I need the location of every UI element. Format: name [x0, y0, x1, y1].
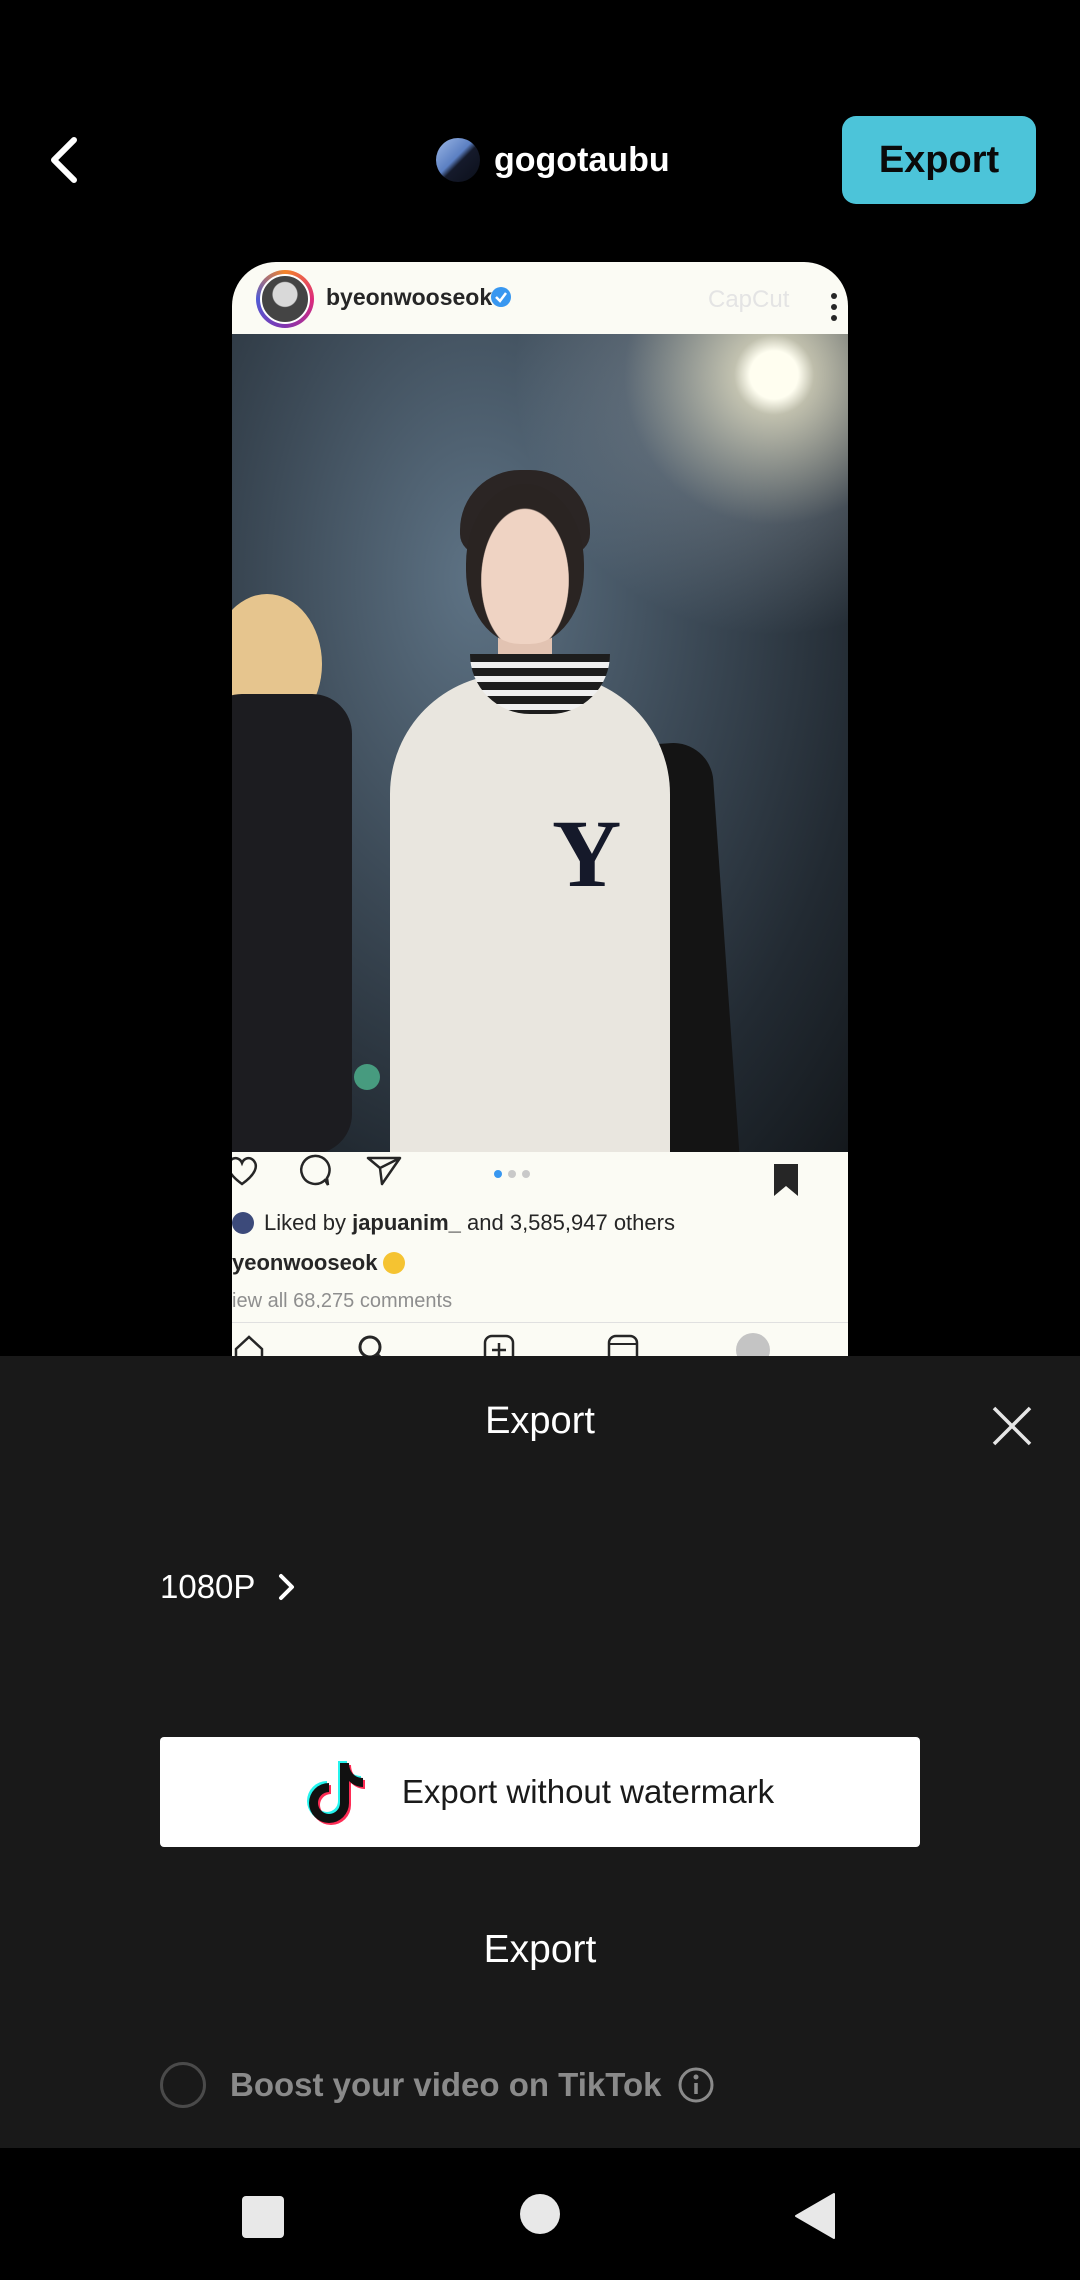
recents-icon[interactable] [242, 2196, 284, 2238]
ig-username: byeonwooseok [326, 284, 493, 310]
smile-emoji-icon [383, 1252, 406, 1274]
tiktok-logo-icon [306, 1761, 365, 1825]
chevron-right-icon [279, 1574, 295, 1600]
share-icon [366, 1156, 402, 1186]
comment-icon [300, 1154, 331, 1186]
sheet-title: Export [485, 1400, 595, 1442]
system-nav-bar [0, 2148, 1080, 2280]
ig-avatar [256, 270, 314, 328]
export-without-watermark-button[interactable]: Export without watermark [160, 1737, 920, 1847]
carousel-dots [494, 1170, 530, 1178]
boost-radio[interactable] [160, 2062, 206, 2108]
export-without-watermark-label: Export without watermark [401, 1773, 775, 1810]
home-nav-icon[interactable] [520, 2194, 560, 2234]
boost-label: Boost your video on TikTok [230, 2066, 662, 2103]
post-photo: Y [232, 334, 848, 1152]
capcut-watermark: CapCut [708, 286, 790, 313]
top-bar: gogotaubu Export [0, 0, 1080, 250]
ig-post-header: byeonwooseok CapCut [232, 262, 848, 342]
more-options-icon [831, 293, 837, 321]
ig-likes-line: Liked by japuanim_ and 3,585,947 others [232, 1210, 675, 1236]
info-icon[interactable] [677, 2066, 715, 2104]
resolution-value: 1080P [160, 1568, 256, 1605]
ig-comments-link: iew all 68,275 comments [232, 1290, 453, 1308]
export-sheet: Export 1080P Export without watermark Ex… [0, 1356, 1080, 2148]
back-nav-icon[interactable] [794, 2192, 836, 2240]
video-preview[interactable]: byeonwooseok CapCut Y Liked by japuanim_… [232, 262, 848, 1362]
boost-option[interactable]: Boost your video on TikTok [160, 2062, 715, 2108]
account-name: gogotaubu [494, 140, 670, 179]
export-button[interactable]: Export [0, 1928, 1080, 1972]
ig-caption: yeonwooseok [232, 1250, 406, 1276]
account-avatar [436, 138, 480, 182]
export-button-top[interactable]: Export [842, 116, 1036, 204]
resolution-selector[interactable]: 1080P [160, 1568, 297, 1606]
heart-icon [232, 1156, 258, 1186]
account-selector[interactable]: gogotaubu [436, 136, 670, 184]
close-icon[interactable] [990, 1404, 1034, 1448]
bookmark-icon [774, 1164, 798, 1196]
verified-badge-icon [491, 287, 511, 307]
ig-action-bar [232, 1150, 848, 1210]
back-arrow-icon[interactable] [40, 128, 90, 192]
